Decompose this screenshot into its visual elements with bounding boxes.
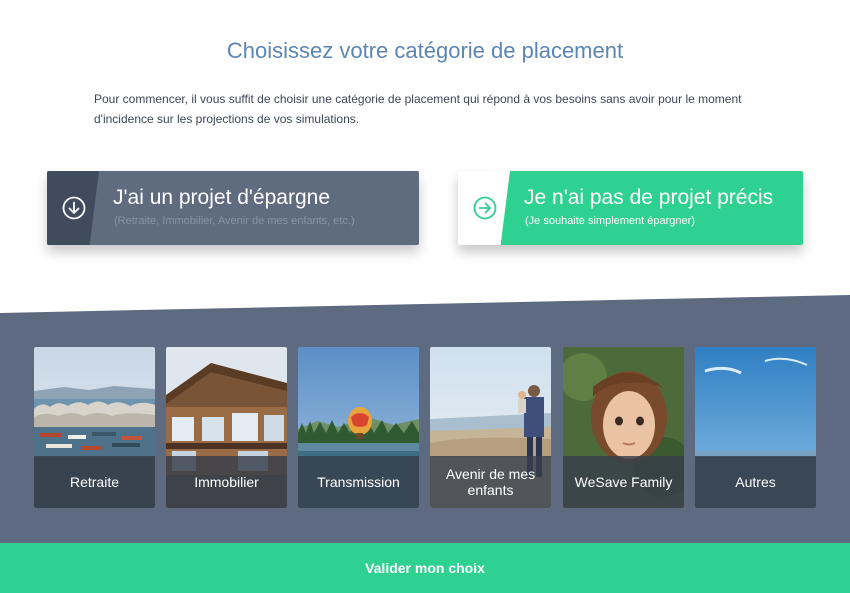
arrow-down-circle-icon	[62, 196, 86, 220]
no-project-subtitle: (Je souhaite simplement épargner)	[525, 215, 695, 227]
category-label: WeSave Family	[574, 474, 673, 490]
category-label: Autres	[735, 474, 776, 490]
validate-choice-button[interactable]: Valider mon choix	[0, 543, 850, 593]
no-project-title: Je n'ai pas de projet précis	[524, 186, 774, 209]
category-label: Retraite	[69, 474, 120, 490]
category-label: Transmission	[317, 474, 400, 490]
page-title: Choisissez votre catégorie de placement	[226, 38, 624, 63]
arrow-right-circle-icon	[473, 196, 497, 220]
intro-text: Pour commencer, il vous suffit de choisi…	[94, 92, 742, 126]
category-card-wesave-family[interactable]: WeSave Family	[563, 347, 684, 508]
category-label: Avenir de mes enfants	[445, 466, 536, 498]
category-card-avenir[interactable]: Avenir de mes enfants	[430, 347, 551, 508]
saving-project-subtitle: (Retraite, Immobilier, Avenir de mes enf…	[114, 215, 355, 227]
category-label: Immobilier	[194, 474, 259, 490]
category-card-transmission[interactable]: Transmission	[298, 347, 419, 508]
no-project-option[interactable]: Je n'ai pas de projet précis (Je souhait…	[458, 171, 803, 245]
category-card-immobilier[interactable]: Immobilier	[166, 347, 287, 508]
saving-project-option[interactable]: J'ai un projet d'épargne (Retraite, Immo…	[47, 171, 419, 245]
saving-project-title: J'ai un projet d'épargne	[113, 186, 331, 209]
category-card-retraite[interactable]: Retraite	[34, 347, 155, 508]
category-card-autres[interactable]: Autres	[695, 347, 816, 508]
